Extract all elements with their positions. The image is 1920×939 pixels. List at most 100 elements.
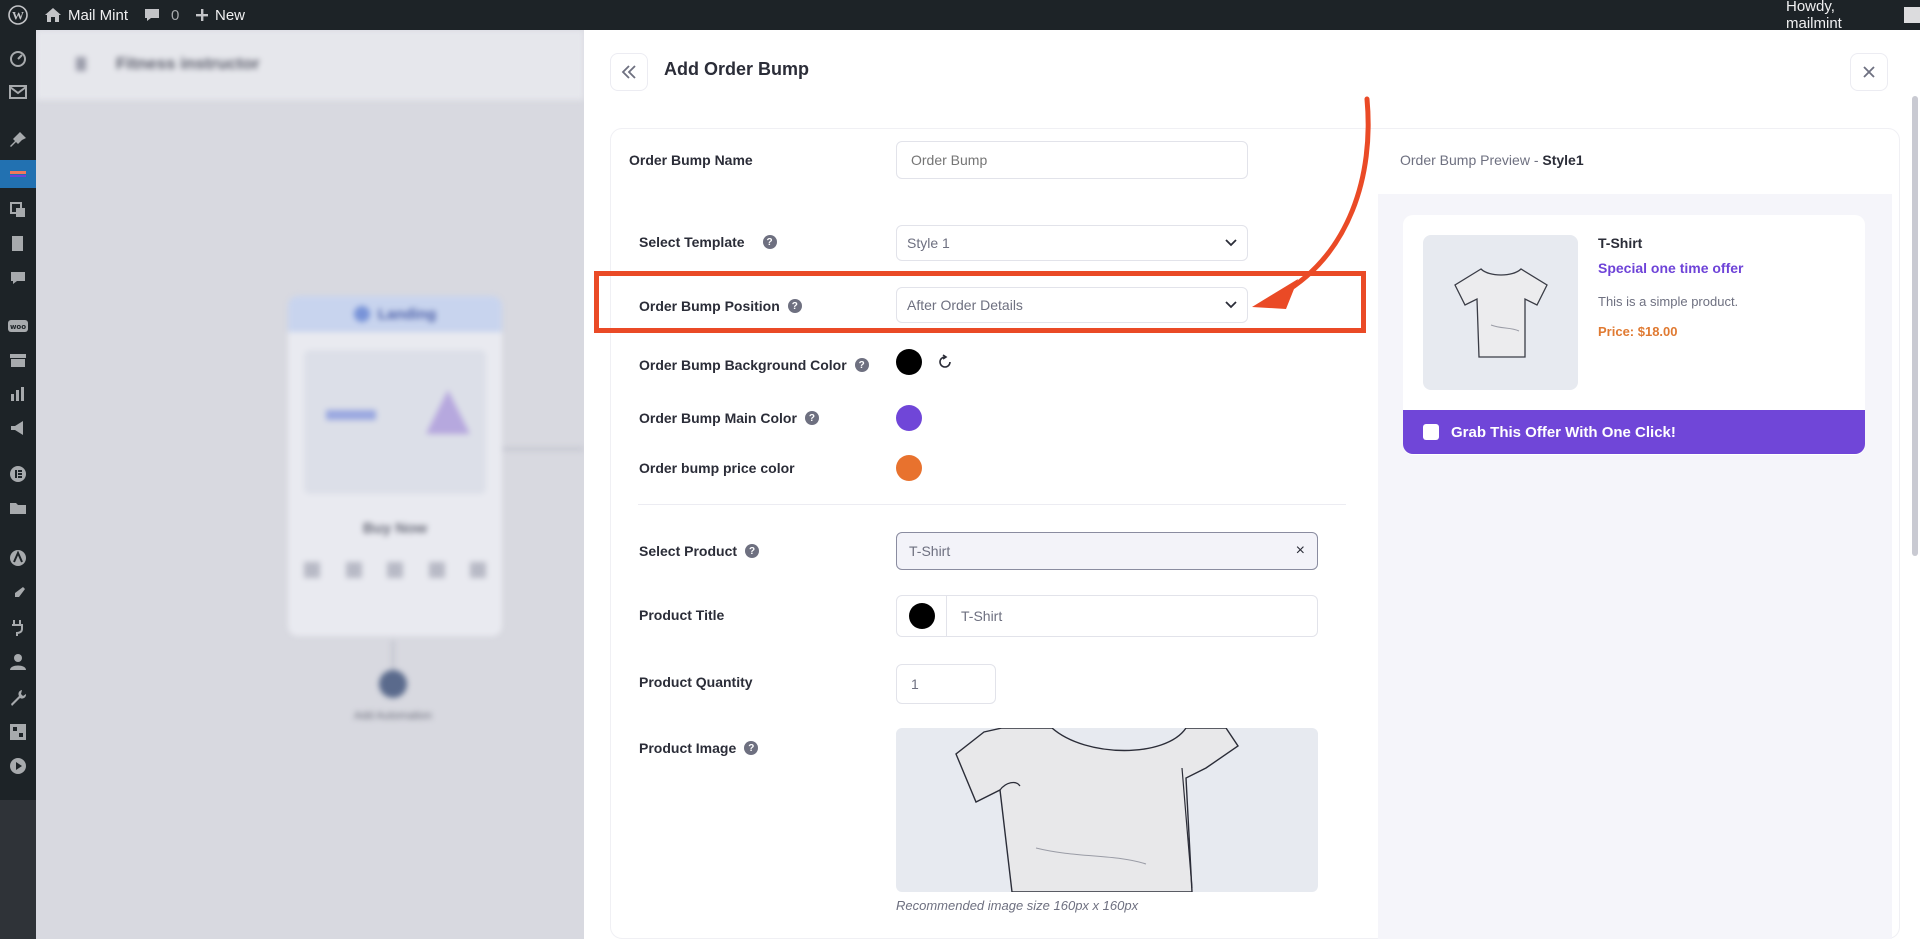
preview-style-name: Style1	[1542, 152, 1584, 168]
main-color-label: Order Bump Main Color ?	[639, 410, 819, 426]
landing-icon	[353, 306, 370, 322]
astra-icon[interactable]	[0, 544, 36, 572]
form-divider	[638, 504, 1346, 505]
preview-label: Order Bump Preview - Style1	[1400, 152, 1584, 168]
product-select[interactable]: T-Shirt ×	[896, 532, 1318, 570]
drawer-header: Add Order Bump	[584, 30, 1920, 100]
funnel-title: Fitness instructor	[116, 54, 260, 73]
avatar	[1904, 7, 1920, 23]
close-icon	[1863, 66, 1875, 78]
product-title-label-text: Product Title	[639, 607, 725, 623]
double-chevron-left-icon	[621, 65, 636, 79]
reset-color-icon[interactable]	[937, 354, 953, 370]
pages-icon[interactable]	[0, 230, 36, 258]
step-actions	[304, 562, 486, 578]
select-product-label: Select Product ?	[639, 543, 760, 559]
comments-count: 0	[171, 6, 180, 24]
close-drawer-button[interactable]	[1850, 53, 1888, 91]
preview-offer-text: Special one time offer	[1598, 260, 1744, 276]
tshirt-image	[955, 728, 1239, 892]
product-quantity-input[interactable]: 1	[896, 664, 996, 704]
order-bump-name-input[interactable]	[896, 141, 1248, 179]
preview-product-name: T-Shirt	[1598, 235, 1643, 251]
select-product-label-text: Select Product	[639, 543, 738, 559]
product-title-field: T-Shirt	[896, 595, 1318, 637]
home-icon	[45, 8, 61, 22]
step-label: Buy Now	[362, 520, 428, 537]
mailmint-menu-icon[interactable]	[0, 160, 36, 188]
tools-wrench-icon[interactable]	[0, 684, 36, 712]
collapse-play-icon[interactable]	[0, 752, 36, 780]
main-color-swatch[interactable]	[896, 405, 922, 431]
admin-bar: W Mail Mint 0 New Howdy, mailmint	[0, 0, 1920, 32]
help-icon[interactable]: ?	[762, 235, 777, 249]
price-color-swatch[interactable]	[896, 455, 922, 481]
thumb-triangle	[426, 390, 470, 434]
blurred-canvas: Fitness instructor Landing Buy Now Add A…	[36, 30, 584, 939]
preview-cta-text: Grab This Offer With One Click!	[1451, 423, 1676, 441]
site-name-link[interactable]: Mail Mint	[44, 0, 128, 30]
help-icon[interactable]: ?	[854, 358, 869, 372]
background-color-swatch[interactable]	[896, 349, 922, 375]
product-title-color-swatch[interactable]	[908, 603, 935, 629]
analytics-icon[interactable]	[0, 380, 36, 408]
product-image-label: Product Image ?	[639, 740, 759, 756]
comments-menu-icon[interactable]	[0, 264, 36, 292]
analytics-action-icon	[304, 562, 320, 578]
order-bump-name-label: Order Bump Name	[629, 152, 753, 168]
drawer-title: Add Order Bump	[664, 59, 810, 79]
dashboard-icon[interactable]	[0, 44, 36, 72]
appearance-brush-icon[interactable]	[0, 580, 36, 608]
comment-icon	[145, 9, 159, 21]
preview-checkbox[interactable]	[1423, 424, 1439, 440]
sidebar-overflow	[0, 800, 36, 939]
users-icon[interactable]	[0, 648, 36, 676]
comments-link[interactable]: 0	[143, 0, 179, 30]
connector-line	[502, 448, 584, 450]
image-size-hint: Recommended image size 160px x 160px	[896, 898, 1139, 913]
view-action-icon	[387, 562, 403, 578]
posts-pin-icon[interactable]	[0, 126, 36, 154]
admin-sidebar: woo	[0, 30, 36, 800]
product-image-label-text: Product Image	[639, 740, 737, 756]
help-icon[interactable]: ?	[745, 544, 760, 558]
edit-action-icon	[345, 562, 362, 578]
drawer-scrollbar[interactable]	[1912, 96, 1918, 556]
help-icon[interactable]: ?	[804, 411, 819, 425]
landing-header: Landing	[288, 296, 502, 332]
product-title-color-cell[interactable]	[897, 596, 947, 636]
product-title-label: Product Title	[639, 607, 724, 623]
my-account-link[interactable]: Howdy, mailmint	[1786, 0, 1920, 32]
back-arrow-icon	[76, 57, 86, 71]
media-icon[interactable]	[0, 196, 36, 224]
collapse-drawer-button[interactable]	[610, 53, 648, 91]
site-name: Mail Mint	[68, 6, 129, 24]
chevron-down-icon	[1225, 239, 1237, 247]
template-select[interactable]: Style 1	[896, 225, 1248, 261]
funnel-canvas-background: Fitness instructor Landing Buy Now Add A…	[36, 30, 584, 939]
woocommerce-icon[interactable]: woo	[0, 312, 36, 340]
settings-grid-icon[interactable]	[0, 718, 36, 746]
thumb-bar	[326, 410, 376, 420]
folder-icon[interactable]	[0, 494, 36, 522]
main-color-label-text: Order Bump Main Color	[639, 410, 797, 426]
preview-cta-bar[interactable]: Grab This Offer With One Click!	[1403, 410, 1865, 454]
select-template-label-text: Select Template	[639, 234, 745, 250]
background-color-label: Order Bump Background Color ?	[639, 357, 869, 373]
help-icon[interactable]: ?	[744, 741, 759, 755]
product-quantity-label-text: Product Quantity	[639, 674, 753, 690]
tshirt-thumbnail-icon	[1453, 267, 1548, 358]
price-color-label: Order bump price color	[639, 460, 795, 476]
new-content-link[interactable]: New	[195, 0, 245, 30]
plugins-icon[interactable]	[0, 614, 36, 642]
clear-product-icon[interactable]: ×	[1296, 542, 1305, 560]
wordpress-logo-icon[interactable]: W	[8, 0, 28, 30]
product-image-upload[interactable]	[896, 728, 1318, 892]
elementor-icon[interactable]	[0, 460, 36, 488]
annotation-arrow-icon	[1252, 96, 1371, 309]
mail-icon[interactable]	[0, 78, 36, 106]
preview-description: This is a simple product.	[1598, 294, 1739, 309]
product-title-input[interactable]: T-Shirt	[947, 608, 1002, 624]
products-archive-icon[interactable]	[0, 346, 36, 374]
marketing-megaphone-icon[interactable]	[0, 414, 36, 442]
